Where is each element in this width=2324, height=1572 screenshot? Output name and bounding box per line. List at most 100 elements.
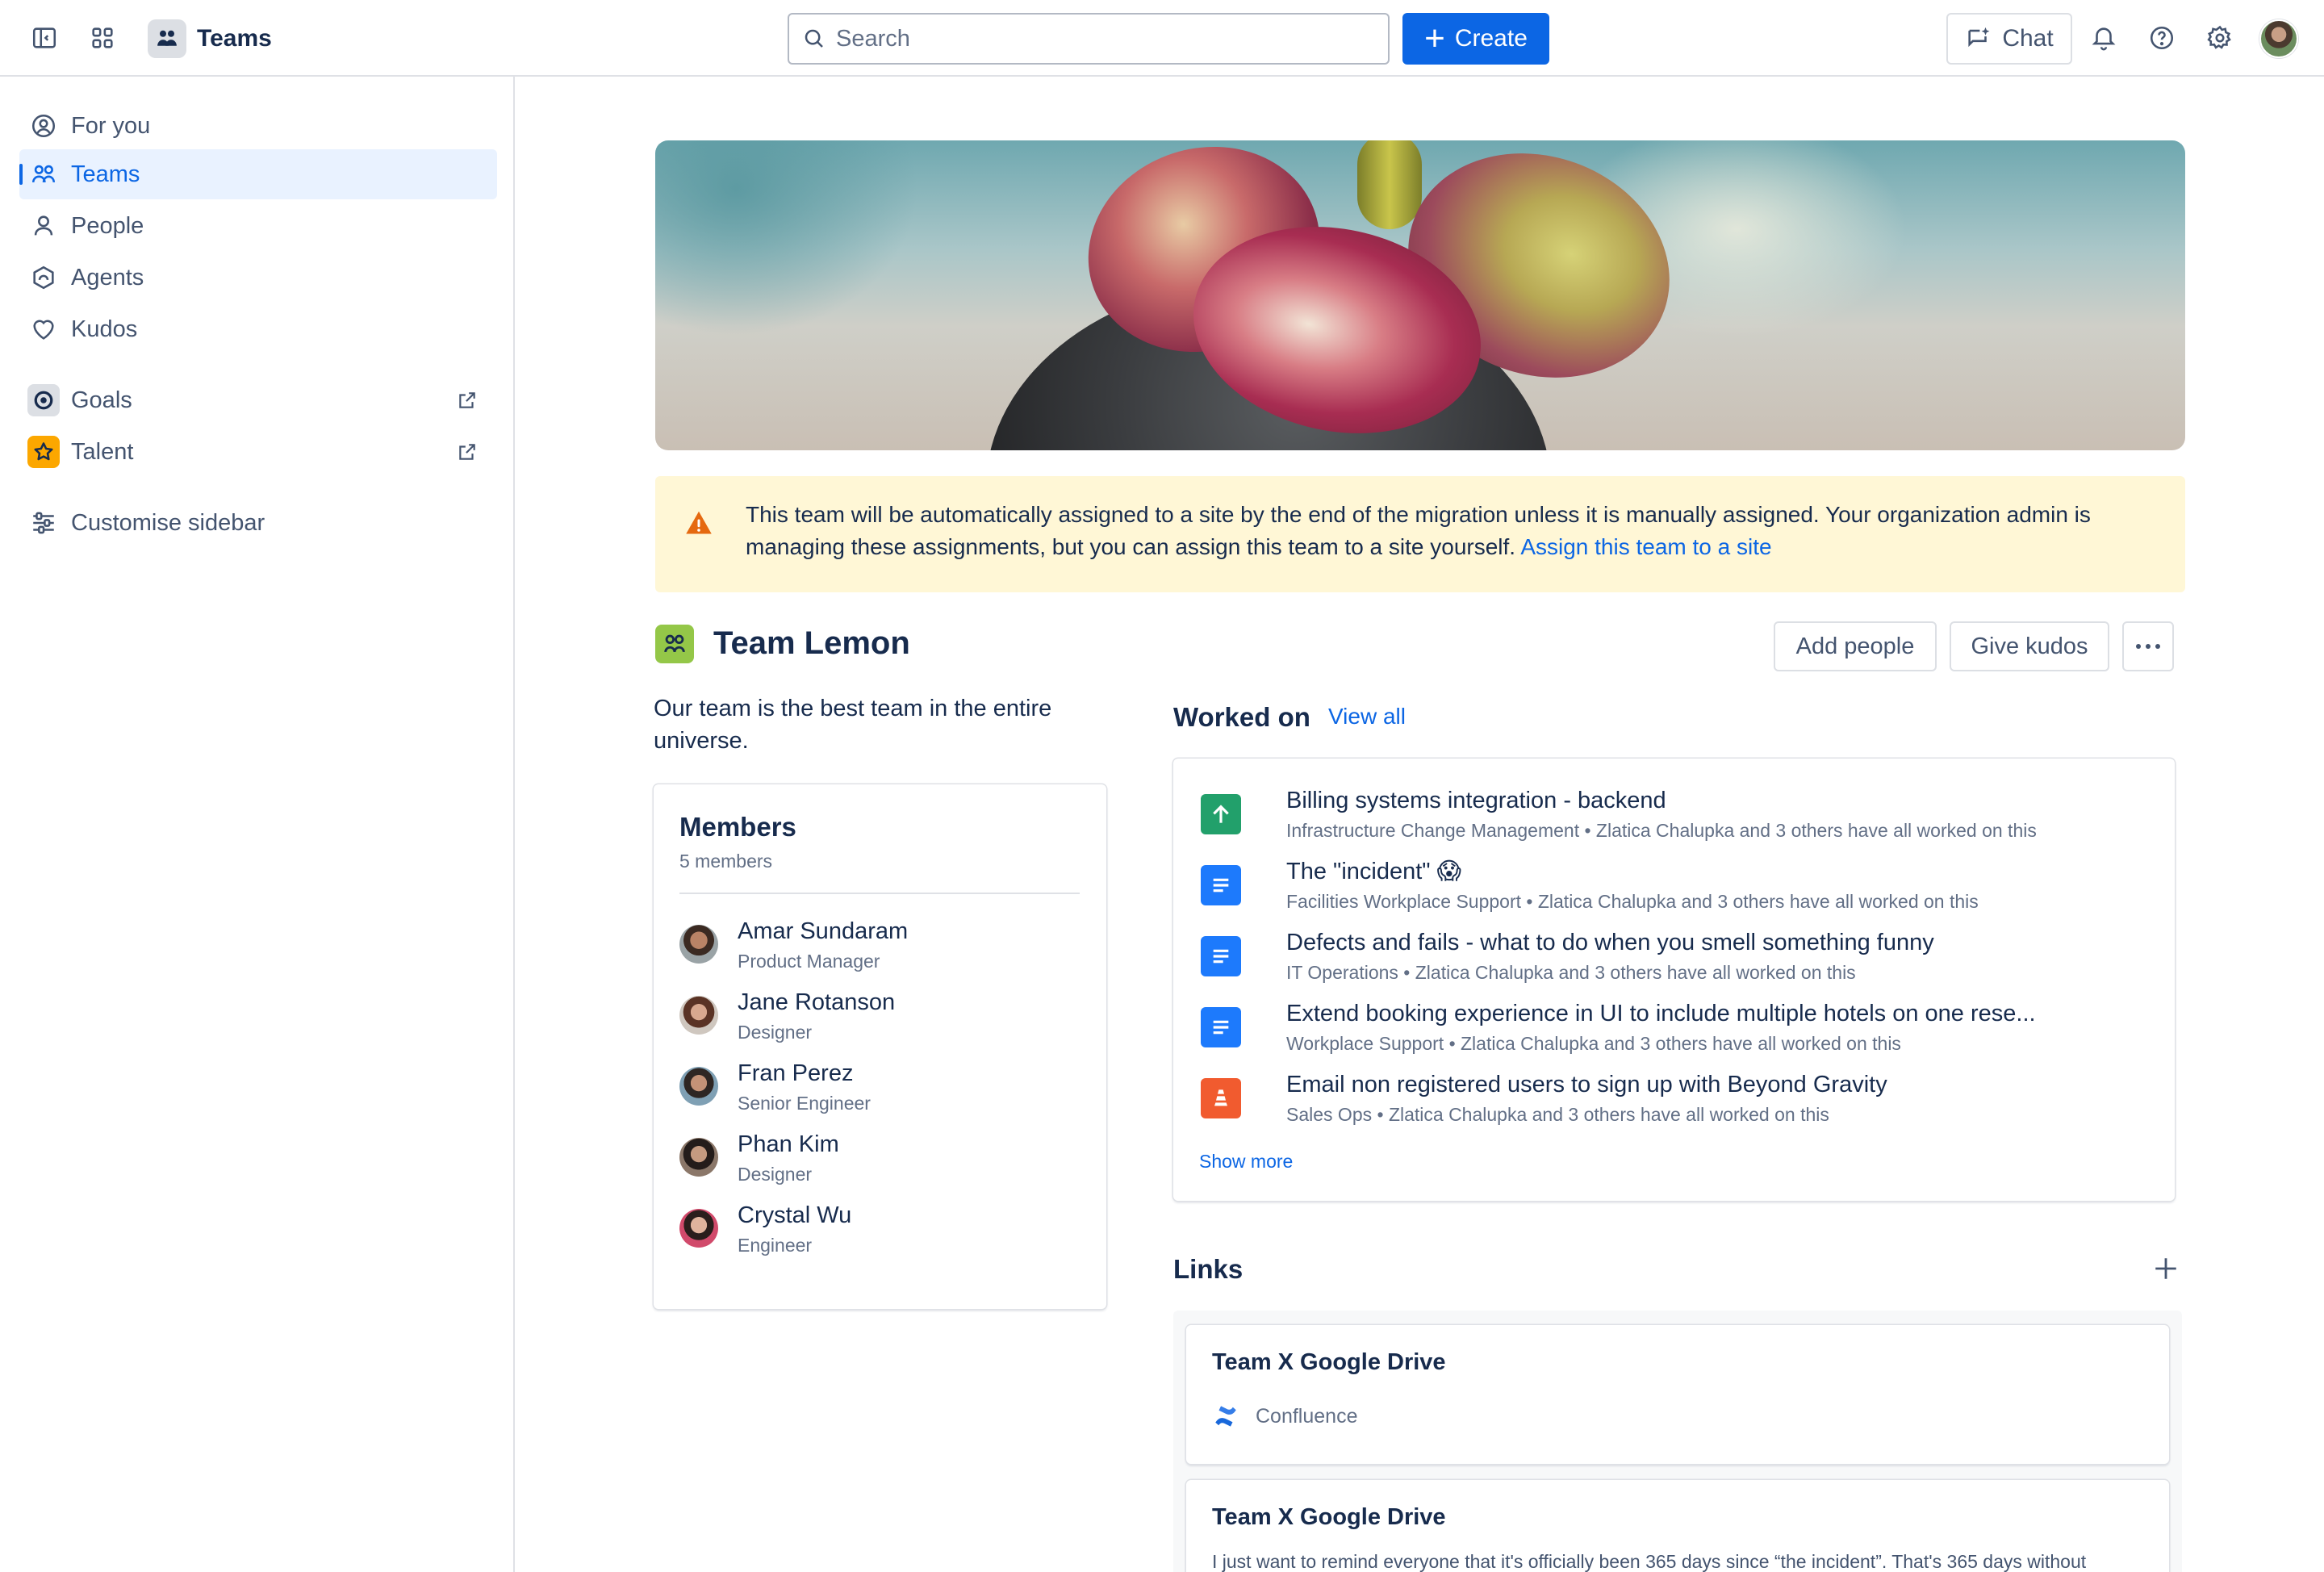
gear-icon (2207, 25, 2231, 49)
member-name: Jane Rotanson (738, 989, 896, 1015)
team-description: Our team is the best team in the entire … (654, 696, 1052, 754)
more-horizontal-icon (2136, 644, 2160, 649)
link-card[interactable]: Team X Google Drive Confluence (1186, 1325, 2169, 1464)
work-item[interactable]: Extend booking experience in UI to inclu… (1201, 999, 2153, 1064)
sidebar-item-label: Talent (71, 438, 134, 465)
user-circle-icon (31, 114, 56, 138)
members-title: Members (679, 812, 796, 842)
banner-message: This team will be automatically assigned… (746, 499, 2166, 563)
chat-button[interactable]: Chat (1946, 13, 2072, 65)
notifications-button[interactable] (2082, 16, 2125, 60)
work-item[interactable]: Billing systems integration - backend In… (1201, 786, 2153, 851)
page-icon (1201, 865, 1241, 905)
member-row[interactable]: Crystal Wu Engineer (679, 1201, 1083, 1265)
links-title: Links (1173, 1254, 1244, 1284)
add-link-button[interactable] (2150, 1252, 2182, 1285)
work-item[interactable]: Email non registered users to sign up wi… (1201, 1070, 2153, 1135)
create-button[interactable]: + Create (1402, 13, 1549, 65)
work-item-meta: Facilities Workplace Support • Zlatica C… (1286, 891, 1979, 912)
member-row[interactable]: Amar Sundaram Product Manager (679, 917, 1083, 981)
member-row[interactable]: Fran Perez Senior Engineer (679, 1059, 1083, 1123)
work-item-meta: Workplace Support • Zlatica Chalupka and… (1286, 1033, 1901, 1054)
sliders-icon (33, 512, 54, 534)
external-link-icon[interactable] (457, 390, 478, 411)
confluence-icon (1215, 1406, 1236, 1427)
help-icon (2150, 26, 2174, 50)
view-all-link[interactable]: View all (1328, 702, 1406, 731)
member-name: Phan Kim (738, 1131, 839, 1157)
work-item-meta: IT Operations • Zlatica Chalupka and 3 o… (1286, 962, 1856, 983)
sidebar: For you Teams People Agents Kudos Goals … (0, 77, 515, 1572)
sidebar-item-goals[interactable]: Goals (19, 375, 497, 425)
sidebar-item-label: Agents (71, 264, 144, 291)
sidebar-item-label: Teams (71, 161, 140, 187)
search-input[interactable] (836, 25, 1352, 52)
search-box[interactable] (788, 13, 1390, 65)
team-header-image (655, 140, 2185, 450)
work-item-title: Email non registered users to sign up wi… (1286, 1072, 1887, 1097)
member-name: Crystal Wu (738, 1202, 852, 1228)
sidebar-item-label: People (71, 212, 144, 239)
create-label: Create (1454, 25, 1528, 52)
external-link-icon[interactable] (457, 441, 478, 462)
page-title: Team Lemon (713, 625, 910, 661)
link-title: Team X Google Drive (1212, 1504, 1446, 1530)
bell-icon (2092, 27, 2116, 51)
top-navigation-bar: Teams + Create Chat (0, 0, 2324, 77)
sidebar-item-people[interactable]: People (19, 201, 497, 251)
link-title: Team X Google Drive (1212, 1349, 1446, 1375)
person-icon (34, 215, 53, 236)
give-kudos-button[interactable]: Give kudos (1950, 621, 2109, 671)
member-role: Product Manager (738, 951, 880, 972)
settings-button[interactable] (2198, 16, 2242, 60)
work-item[interactable]: The "incident" 😱 Facilities Workplace Su… (1201, 857, 2153, 922)
divider (679, 893, 1080, 894)
plus-icon (2155, 1258, 2176, 1279)
migration-warning-banner: This team will be automatically assigned… (655, 476, 2185, 592)
member-row[interactable]: Jane Rotanson Designer (679, 988, 1083, 1052)
sidebar-item-for-you[interactable]: For you (19, 101, 497, 151)
sidebar-item-kudos[interactable]: Kudos (19, 304, 497, 354)
more-actions-button[interactable] (2122, 621, 2174, 671)
sidebar-item-label: For you (71, 112, 151, 139)
cone-icon (1201, 1078, 1241, 1118)
link-source-name: Confluence (1256, 1404, 1358, 1428)
chat-sparkle-icon (1968, 27, 1990, 48)
help-button[interactable] (2140, 16, 2184, 60)
chat-label: Chat (2002, 25, 2054, 52)
assign-team-link[interactable]: Assign this team to a site (1520, 534, 1771, 559)
add-people-button[interactable]: Add people (1774, 621, 1937, 671)
link-preview-text: I just want to remind everyone that it's… (1212, 1551, 2087, 1572)
worked-on-title: Worked on (1173, 702, 1310, 732)
star-icon (27, 436, 60, 468)
customise-sidebar-button[interactable]: Customise sidebar (19, 498, 497, 548)
app-switcher-icon (92, 27, 113, 48)
page-icon (1201, 1007, 1241, 1047)
work-item-title: Defects and fails - what to do when you … (1286, 930, 1934, 955)
agent-icon (33, 265, 54, 290)
sidebar-item-agents[interactable]: Agents (19, 253, 497, 303)
member-role: Engineer (738, 1235, 813, 1256)
banner-text: This team will be automatically assigned… (746, 502, 2091, 559)
app-switcher-button[interactable] (81, 16, 124, 60)
sidebar-toggle-button[interactable] (23, 16, 66, 60)
avatar (679, 996, 718, 1035)
teams-app-logo[interactable] (148, 19, 186, 58)
goals-icon (27, 384, 60, 416)
profile-avatar[interactable] (2259, 19, 2298, 58)
heart-icon (33, 320, 54, 340)
page-icon (1201, 936, 1241, 976)
work-item[interactable]: Defects and fails - what to do when you … (1201, 928, 2153, 993)
app-name[interactable]: Teams (197, 23, 272, 55)
member-row[interactable]: Phan Kim Designer (679, 1130, 1083, 1194)
avatar (679, 925, 718, 964)
work-item-title: The "incident" 😱 (1286, 859, 1461, 884)
link-source: Confluence (1212, 1403, 1357, 1430)
show-more-link[interactable]: Show more (1199, 1151, 1293, 1173)
work-item-meta: Infrastructure Change Management • Zlati… (1286, 820, 2037, 841)
people-icon (157, 30, 177, 46)
sidebar-item-talent[interactable]: Talent (19, 427, 497, 477)
work-item-title: Billing systems integration - backend (1286, 788, 1666, 813)
link-card[interactable]: Team X Google Drive I just want to remin… (1186, 1480, 2169, 1572)
sidebar-item-teams[interactable]: Teams (19, 149, 497, 199)
